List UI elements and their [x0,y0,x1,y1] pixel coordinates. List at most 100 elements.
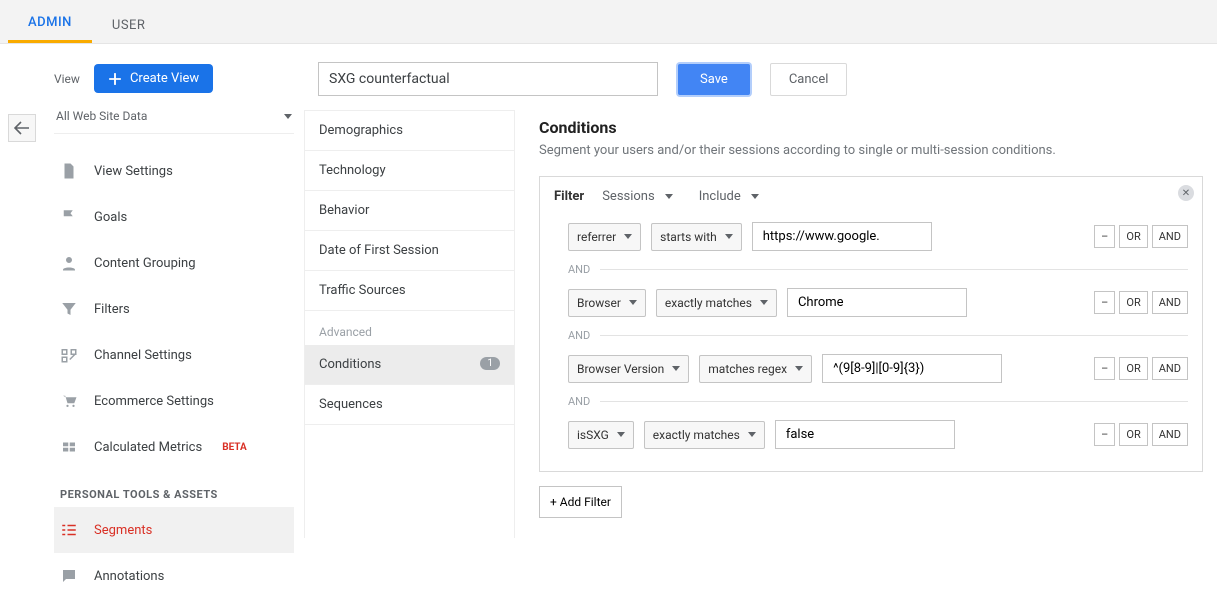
nav-filters[interactable]: Filters [54,286,294,332]
caret-down-icon [725,234,733,239]
tab-admin[interactable]: ADMIN [8,3,92,43]
dimension-label: referrer [577,230,616,244]
operator-select[interactable]: exactly matches [656,289,777,317]
caret-down-icon [760,300,768,305]
operator-label: matches regex [708,362,787,376]
nav-segments[interactable]: Segments [54,507,294,553]
remove-cond-button[interactable]: – [1094,291,1115,314]
operator-select[interactable]: exactly matches [644,421,765,449]
filter-scope-label: Sessions [602,189,655,204]
caret-down-icon [617,432,625,437]
caret-down-icon [624,234,632,239]
dimension-select[interactable]: Browser Version [568,355,689,383]
and-separator: AND [568,263,590,276]
funnel-icon [60,300,78,318]
and-separator: AND [568,329,590,342]
beta-badge: BETA [222,442,247,453]
add-filter-button[interactable]: + Add Filter [539,486,622,518]
arrow-left-icon [14,121,30,135]
mid-sequences[interactable]: Sequences [305,385,514,425]
segments-icon [60,521,78,539]
and-button[interactable]: AND [1152,357,1188,380]
save-button[interactable]: Save [678,64,750,95]
nav-annotations[interactable]: Annotations [54,553,294,599]
nav-calculated-metrics[interactable]: Calculated Metrics BETA [54,424,294,470]
mid-first-session[interactable]: Date of First Session [305,231,514,271]
channels-icon [60,346,78,364]
operator-label: exactly matches [653,428,740,442]
mid-conditions-badge: 1 [480,357,500,370]
filter-box: ✕ Filter Sessions Include referrer start… [539,176,1203,472]
nav-label: Goals [94,210,127,225]
remove-cond-button[interactable]: – [1094,423,1115,446]
mid-traffic-sources[interactable]: Traffic Sources [305,271,514,311]
tab-user[interactable]: USER [92,6,166,43]
caret-down-icon [748,432,756,437]
and-separator: AND [568,395,590,408]
nav-label: View Settings [94,164,173,179]
caret-down-icon [751,194,759,199]
and-button[interactable]: AND [1152,423,1188,446]
remove-cond-button[interactable]: – [1094,225,1115,248]
operator-label: starts with [660,230,717,244]
dimension-label: Browser [577,296,621,310]
annotation-icon [60,567,78,585]
dimension-select[interactable]: referrer [568,223,641,251]
create-view-button[interactable]: Create View [94,64,213,93]
nav-content-grouping[interactable]: Content Grouping [54,240,294,286]
nav-ecommerce-settings[interactable]: Ecommerce Settings [54,378,294,424]
caret-down-icon [665,194,673,199]
value-input[interactable] [822,354,1002,383]
nav-view-settings[interactable]: View Settings [54,148,294,194]
and-button[interactable]: AND [1152,291,1188,314]
nav-label: Annotations [94,569,164,584]
value-input[interactable] [752,222,932,251]
nav-label: Channel Settings [94,348,192,363]
filter-mode-label: Include [699,189,741,204]
filter-scope-select[interactable]: Sessions [594,189,681,204]
segment-name-input[interactable] [318,62,658,96]
or-button[interactable]: OR [1119,423,1147,446]
filter-mode-select[interactable]: Include [691,189,767,204]
dimension-select[interactable]: Browser [568,289,646,317]
or-button[interactable]: OR [1119,357,1147,380]
conditions-desc: Segment your users and/or their sessions… [539,143,1203,158]
mid-conditions-label: Conditions [319,357,381,372]
dimension-label: Browser Version [577,362,664,376]
view-label: View [54,72,80,86]
value-input[interactable] [775,420,955,449]
conditions-title: Conditions [539,110,1203,137]
operator-select[interactable]: starts with [651,223,742,251]
value-input[interactable] [787,288,967,317]
condition-row: Browser exactly matches – OR AND [554,284,1188,321]
datasource-select[interactable]: All Web Site Data [54,103,294,134]
mid-behavior[interactable]: Behavior [305,191,514,231]
operator-select[interactable]: matches regex [699,355,812,383]
nav-channel-settings[interactable]: Channel Settings [54,332,294,378]
cart-icon [60,392,78,410]
nav-label: Calculated Metrics [94,440,202,455]
caret-down-icon [672,366,680,371]
condition-row: Browser Version matches regex – OR AND [554,350,1188,387]
back-button[interactable] [8,114,36,142]
cancel-button[interactable]: Cancel [770,63,848,96]
filter-label: Filter [554,189,584,204]
nav-label: Segments [94,523,152,538]
nav-personal-header: PERSONAL TOOLS & ASSETS [54,470,294,507]
dimension-select[interactable]: isSXG [568,421,634,449]
dimension-label: isSXG [577,428,609,442]
mid-conditions[interactable]: Conditions 1 [305,345,514,385]
remove-filter-button[interactable]: ✕ [1178,185,1194,201]
remove-cond-button[interactable]: – [1094,357,1115,380]
caret-down-icon [795,366,803,371]
nav-goals[interactable]: Goals [54,194,294,240]
and-button[interactable]: AND [1152,225,1188,248]
or-button[interactable]: OR [1119,225,1147,248]
datasource-label: All Web Site Data [56,109,147,123]
condition-row: referrer starts with – OR AND [554,218,1188,255]
or-button[interactable]: OR [1119,291,1147,314]
mid-demographics[interactable]: Demographics [305,111,514,151]
mid-technology[interactable]: Technology [305,151,514,191]
operator-label: exactly matches [665,296,752,310]
nav-label: Content Grouping [94,256,196,271]
